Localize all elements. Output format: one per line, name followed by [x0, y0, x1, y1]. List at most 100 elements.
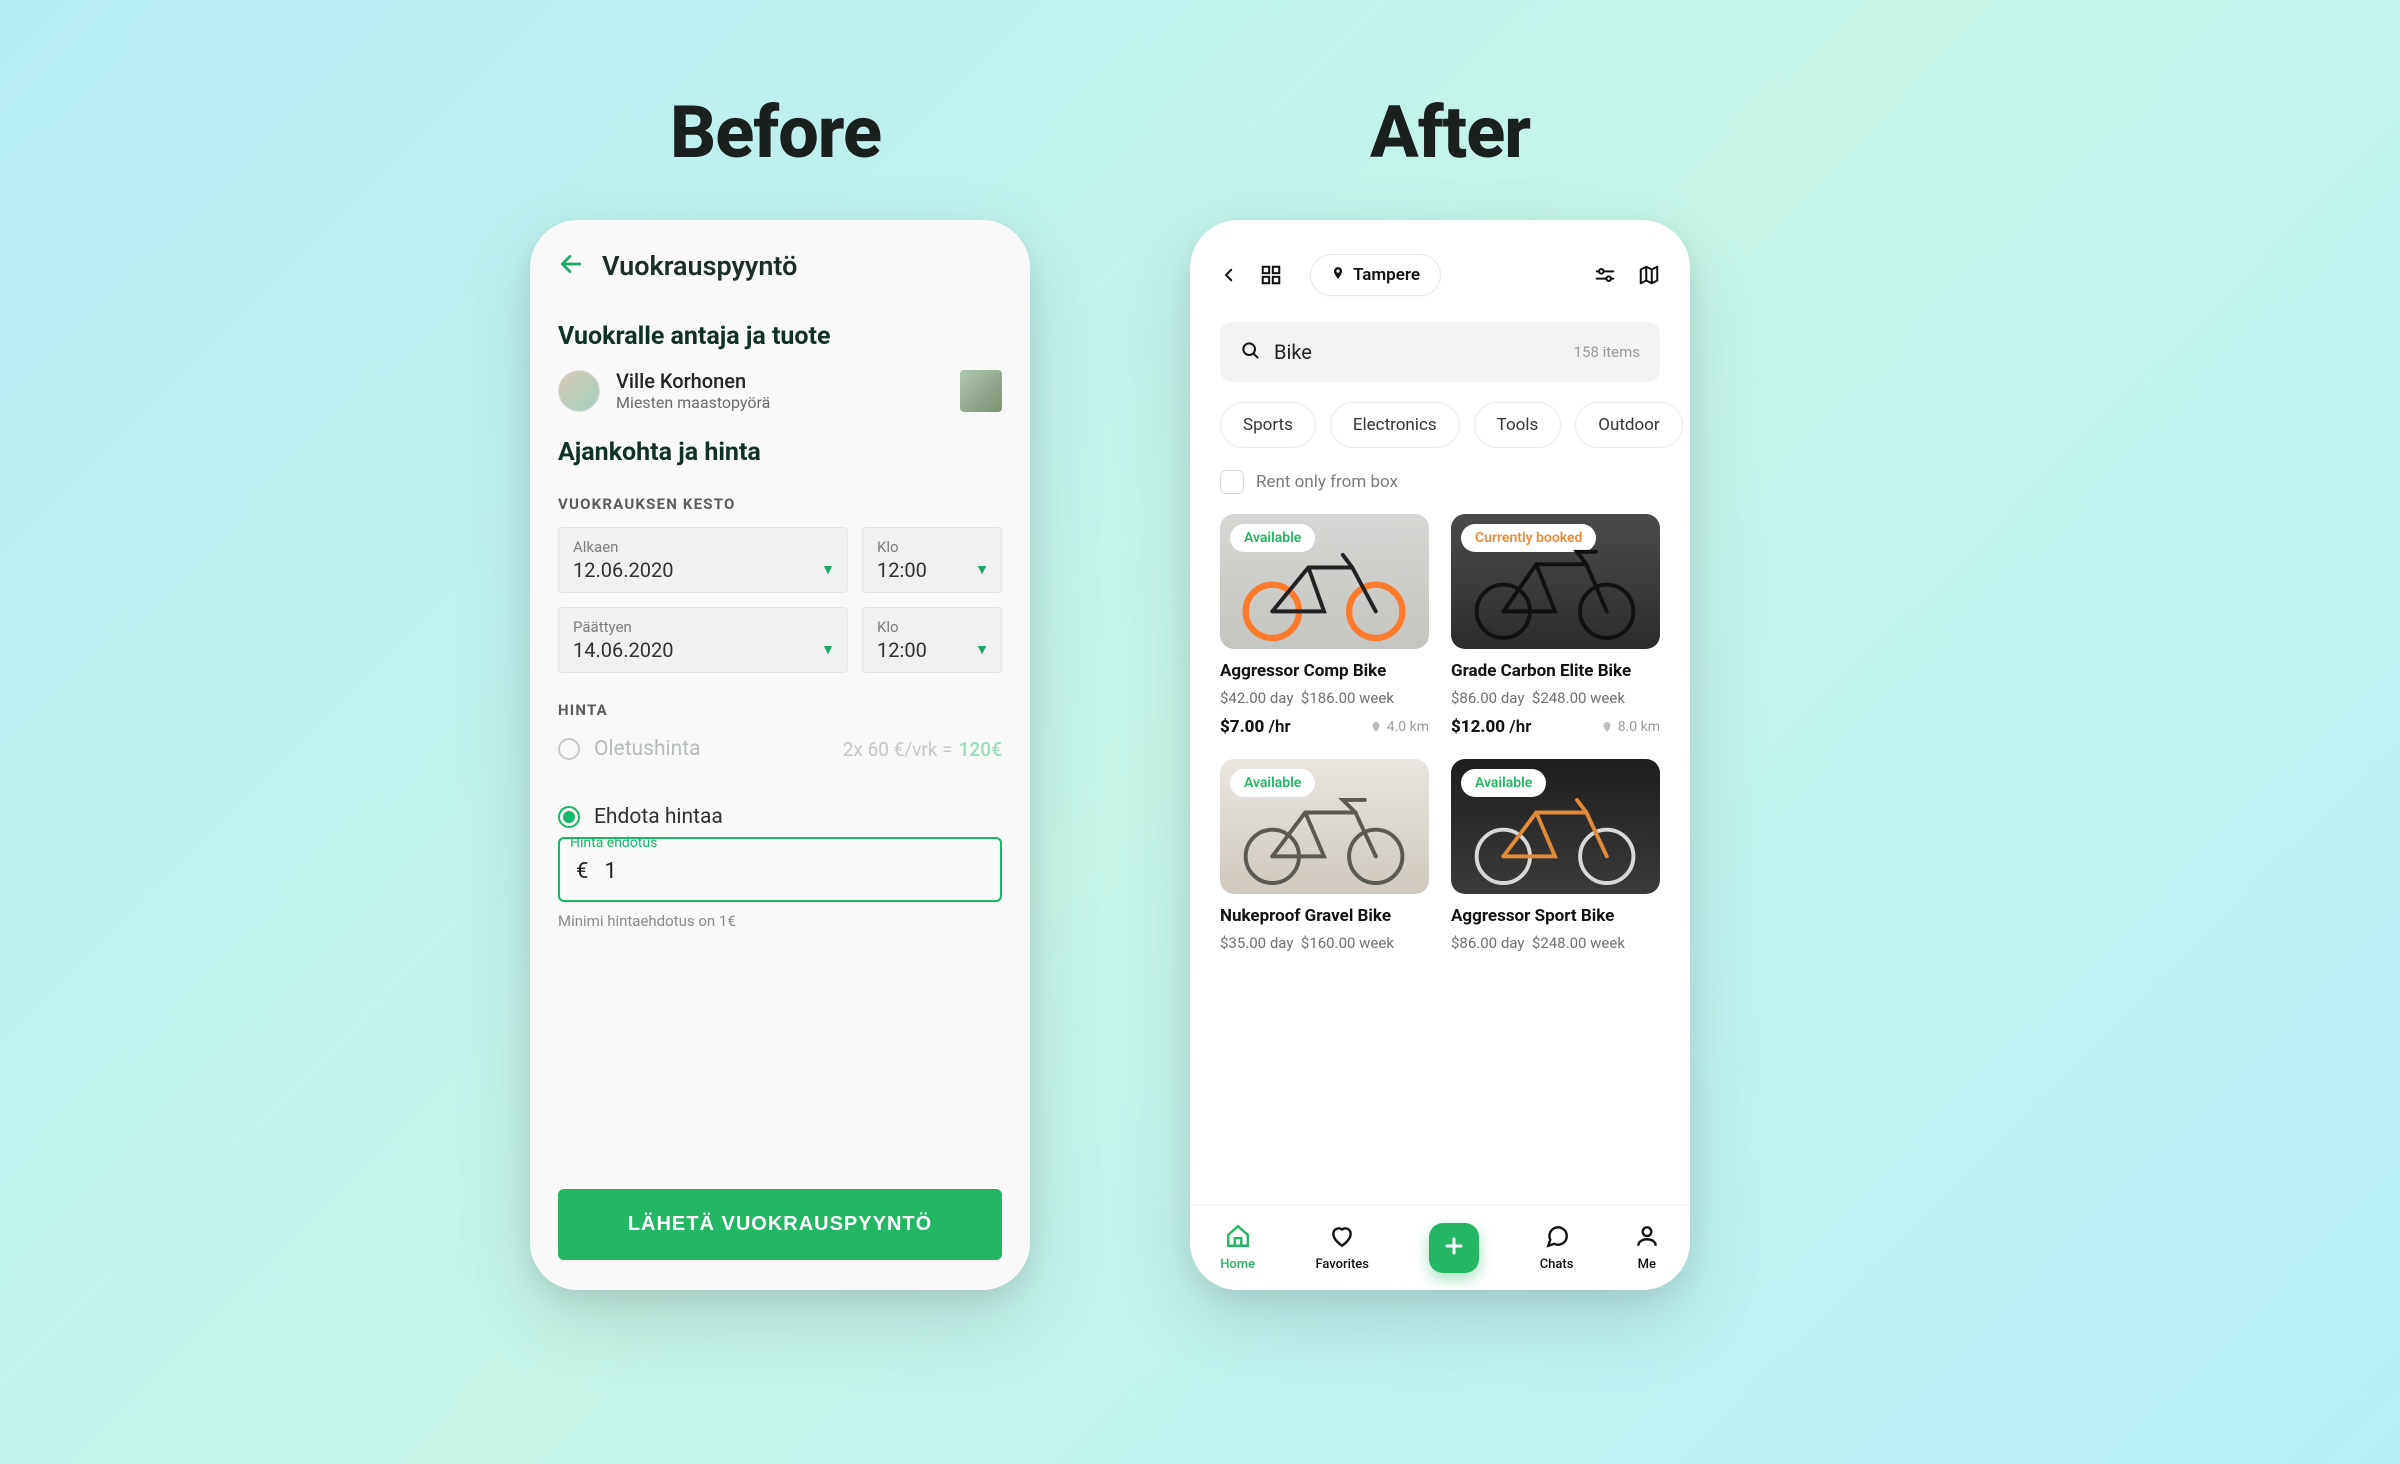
heading-before: Before — [670, 90, 881, 175]
listing-image: Currently booked — [1451, 514, 1660, 649]
chevron-down-icon: ▼ — [821, 641, 835, 658]
phone-before: Vuokrauspyyntö Vuokralle antaja ja tuote… — [530, 220, 1030, 1290]
tab-label: Chats — [1540, 1257, 1574, 1272]
listing-card[interactable]: Currently booked Grade Carbon Elite Bike… — [1451, 514, 1660, 737]
from-time-caption: Klo — [877, 538, 987, 556]
currency-symbol: € — [576, 859, 588, 884]
chevron-down-icon: ▼ — [975, 641, 989, 658]
appbar-title: Vuokrauspyyntö — [602, 250, 797, 282]
to-date-field[interactable]: Päättyen 14.06.2020 ▼ — [558, 607, 848, 673]
section-owner-title: Vuokralle antaja ja tuote — [558, 322, 1002, 351]
listing-card[interactable]: Available Nukeproof Gravel Bike $35.00 d… — [1220, 759, 1429, 952]
rent-box-label: Rent only from box — [1256, 472, 1398, 492]
listing-image: Available — [1220, 759, 1429, 894]
from-date-field[interactable]: Alkaen 12.06.2020 ▼ — [558, 527, 848, 593]
add-button[interactable] — [1429, 1223, 1479, 1273]
result-count: 158 items — [1574, 343, 1640, 361]
tab-home[interactable]: Home — [1220, 1223, 1255, 1272]
radio-icon — [558, 806, 580, 828]
price-label: HINTA — [558, 701, 1002, 719]
listing-name: Aggressor Sport Bike — [1451, 906, 1660, 926]
to-time-caption: Klo — [877, 618, 987, 636]
listing-distance: 8.0 km — [1601, 719, 1660, 735]
listing-distance: 4.0 km — [1370, 719, 1429, 735]
listing-name: Aggressor Comp Bike — [1220, 661, 1429, 681]
search-icon — [1240, 340, 1260, 364]
owner-avatar — [558, 370, 600, 412]
radio-suggest-label: Ehdota hintaa — [594, 805, 723, 829]
tab-label: Me — [1638, 1257, 1656, 1272]
from-date-value: 12.06.2020 — [573, 558, 833, 582]
to-time-field[interactable]: Klo 12:00 ▼ — [862, 607, 1002, 673]
results-grid: Available Aggressor Comp Bike $42.00 day… — [1190, 508, 1690, 952]
listing-card[interactable]: Available Aggressor Sport Bike $86.00 da… — [1451, 759, 1660, 952]
to-date-caption: Päättyen — [573, 618, 833, 636]
filter-sliders-icon[interactable] — [1594, 264, 1616, 286]
to-date-value: 14.06.2020 — [573, 638, 833, 662]
checkbox-icon — [1220, 470, 1244, 494]
from-time-field[interactable]: Klo 12:00 ▼ — [862, 527, 1002, 593]
listing-prices: $35.00 day $160.00 week — [1220, 934, 1429, 952]
listing-prices: $86.00 day $248.00 week — [1451, 934, 1660, 952]
category-chip[interactable]: Outdoor — [1575, 402, 1682, 448]
section-time-title: Ajankohta ja hinta — [558, 438, 1002, 467]
tab-bar: Home Favorites Chats Me — [1190, 1204, 1690, 1290]
top-bar: Tampere — [1190, 220, 1690, 314]
listing-rate: $12.00 /hr — [1451, 717, 1531, 737]
listing-card[interactable]: Available Aggressor Comp Bike $42.00 day… — [1220, 514, 1429, 737]
phone-after: Tampere Bike 158 items Sports Electronic… — [1190, 220, 1690, 1290]
category-chip[interactable]: Sports — [1220, 402, 1316, 448]
radio-suggest-price[interactable]: Ehdota hintaa — [558, 805, 1002, 829]
listing-name: Nukeproof Gravel Bike — [1220, 906, 1429, 926]
rent-box-toggle[interactable]: Rent only from box — [1190, 448, 1690, 508]
radio-default-price[interactable]: Oletushinta 2x 60 €/vrk =120€ — [558, 737, 1002, 761]
home-icon — [1225, 1223, 1251, 1253]
map-icon[interactable] — [1638, 264, 1660, 286]
tab-chats[interactable]: Chats — [1540, 1223, 1574, 1272]
location-chip[interactable]: Tampere — [1310, 254, 1441, 296]
tab-label: Favorites — [1315, 1257, 1368, 1272]
tab-label: Home — [1220, 1257, 1255, 1272]
chevron-down-icon: ▼ — [821, 561, 835, 578]
owner-item: Miesten maastopyörä — [616, 393, 770, 412]
radio-icon — [558, 738, 580, 760]
tab-me[interactable]: Me — [1634, 1223, 1660, 1272]
back-chevron-icon[interactable] — [1220, 266, 1238, 284]
listing-prices: $86.00 day $248.00 week — [1451, 689, 1660, 707]
price-calc: 2x 60 €/vrk =120€ — [843, 738, 1002, 761]
search-query: Bike — [1274, 340, 1560, 364]
user-icon — [1634, 1223, 1660, 1253]
submit-button[interactable]: LÄHETÄ VUOKRAUSPYYNTÖ — [558, 1189, 1002, 1260]
heart-icon — [1329, 1223, 1355, 1253]
back-arrow-icon[interactable] — [558, 251, 584, 281]
tab-favorites[interactable]: Favorites — [1315, 1223, 1368, 1272]
category-chip[interactable]: Electronics — [1330, 402, 1460, 448]
price-input-value: 1 — [604, 859, 616, 884]
appbar: Vuokrauspyyntö — [530, 220, 1030, 304]
grid-view-icon[interactable] — [1260, 264, 1282, 286]
from-time-value: 12:00 — [877, 558, 987, 582]
category-chips: Sports Electronics Tools Outdoor — [1190, 382, 1690, 448]
chat-icon — [1544, 1223, 1570, 1253]
to-time-value: 12:00 — [877, 638, 987, 662]
pin-icon — [1331, 265, 1345, 285]
chevron-down-icon: ▼ — [975, 561, 989, 578]
heading-after: After — [1370, 90, 1530, 175]
plus-icon — [1442, 1234, 1466, 1262]
duration-label: VUOKRAUKSEN KESTO — [558, 495, 1002, 513]
listing-prices: $42.00 day $186.00 week — [1220, 689, 1429, 707]
price-input-float-label: Hinta ehdotus — [566, 835, 661, 851]
category-chip[interactable]: Tools — [1474, 402, 1562, 448]
price-hint: Minimi hintaehdotus on 1€ — [558, 912, 1002, 930]
listing-image: Available — [1451, 759, 1660, 894]
owner-name: Ville Korhonen — [616, 369, 770, 393]
search-bar[interactable]: Bike 158 items — [1220, 322, 1660, 382]
from-date-caption: Alkaen — [573, 538, 833, 556]
item-thumbnail[interactable] — [960, 370, 1002, 412]
listing-rate: $7.00 /hr — [1220, 717, 1291, 737]
listing-image: Available — [1220, 514, 1429, 649]
owner-row[interactable]: Ville Korhonen Miesten maastopyörä — [558, 369, 1002, 412]
listing-name: Grade Carbon Elite Bike — [1451, 661, 1660, 681]
location-text: Tampere — [1353, 265, 1420, 285]
radio-default-label: Oletushinta — [594, 737, 701, 761]
